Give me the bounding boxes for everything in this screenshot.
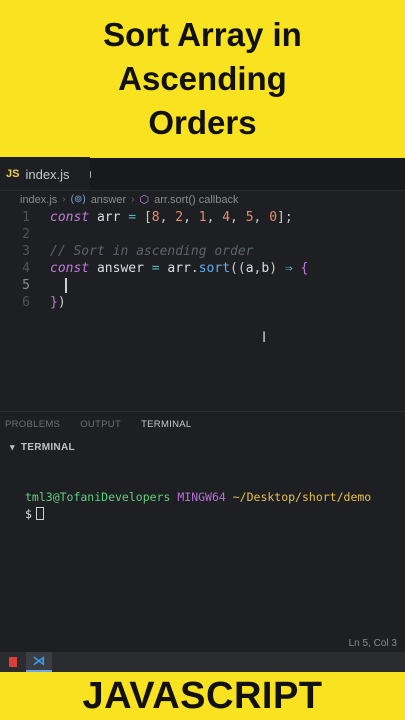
footer-label: JAVASCRIPT [82, 674, 323, 717]
code-line[interactable]: 4 const answer = arr.sort((a,b) ⇒ { [0, 260, 405, 277]
ibeam-cursor-icon: I [262, 330, 267, 346]
taskbar-app-red[interactable] [0, 652, 26, 672]
taskbar: ⋊ [0, 652, 405, 672]
line-number: 4 [22, 261, 30, 276]
terminal-host: MINGW64 [177, 489, 226, 504]
bottom-panel: PROBLEMS OUTPUT TERMINAL ▾ TERMINAL tml3… [0, 411, 405, 652]
terminal-path: ~/Desktop/short/demo [232, 489, 372, 504]
code-text: const arr = [8, 2, 1, 4, 5, 0]; [50, 210, 293, 225]
variable-symbol-icon: (⊚) [70, 194, 86, 205]
tab-output[interactable]: OUTPUT [80, 419, 121, 430]
chevron-right-icon: › [131, 194, 135, 205]
line-number: 2 [22, 227, 30, 242]
tab-filename: index.js [25, 166, 70, 182]
terminal-section-header[interactable]: ▾ TERMINAL [0, 436, 405, 458]
method-symbol-icon: ⬡ [139, 194, 150, 206]
code-line[interactable]: 3 // Sort in ascending order [0, 243, 405, 260]
breadcrumb-file[interactable]: index.js [20, 194, 57, 206]
code-line[interactable]: 2 [0, 226, 405, 243]
cursor-position[interactable]: Ln 5, Col 3 [349, 638, 397, 649]
terminal-input-line[interactable]: $ [25, 505, 405, 522]
app-icon [9, 657, 17, 667]
line-number: 1 [22, 210, 30, 225]
terminal-prompt-line: tml3@TofaniDevelopers MINGW64 ~/Desktop/… [25, 488, 405, 505]
tab-terminal[interactable]: TERMINAL [141, 419, 191, 430]
breadcrumb: index.js › (⊚) answer › ⬡ arr.sort() cal… [0, 191, 405, 208]
code-line-active[interactable]: 5 [0, 277, 405, 294]
terminal-output[interactable]: tml3@TofaniDevelopers MINGW64 ~/Desktop/… [0, 458, 405, 522]
title-line-3: Orders [148, 104, 257, 141]
chevron-right-icon: › [62, 194, 66, 205]
title-banner: Sort Array in Ascending Orders [0, 0, 405, 158]
code-line[interactable]: 1 const arr = [8, 2, 1, 4, 5, 0]; [0, 209, 405, 226]
code-area[interactable]: 1 const arr = [8, 2, 1, 4, 5, 0]; 2 3 //… [0, 208, 405, 346]
code-text: const answer = arr.sort((a,b) ⇒ { [50, 261, 309, 276]
tab-problems[interactable]: PROBLEMS [5, 419, 60, 430]
terminal-prompt-symbol: $ [25, 506, 32, 521]
panel-tab-bar: PROBLEMS OUTPUT TERMINAL [0, 412, 405, 436]
terminal-user: tml3@TofaniDevelopers [25, 489, 171, 504]
line-number: 5 [22, 278, 30, 293]
status-bar: Ln 5, Col 3 [0, 634, 405, 652]
terminal-header-label: TERMINAL [20, 441, 75, 453]
code-comment: // Sort in ascending order [50, 244, 254, 259]
code-editor: JS index.js index.js › (⊚) answer › ⬡ ar… [0, 157, 405, 652]
breadcrumb-symbol-callback[interactable]: arr.sort() callback [154, 194, 238, 206]
code-text: }) [50, 295, 66, 310]
js-file-icon: JS [6, 168, 20, 180]
code-line[interactable]: 6 }) [0, 294, 405, 311]
vscode-icon: ⋊ [32, 653, 46, 669]
title-line-2: Ascending [118, 60, 287, 97]
chevron-down-icon: ▾ [10, 441, 15, 452]
text-cursor [65, 278, 67, 293]
line-number: 3 [22, 244, 30, 259]
terminal-cursor [35, 507, 44, 520]
editor-tab-bar: JS index.js [0, 157, 405, 191]
breadcrumb-symbol-answer[interactable]: answer [91, 194, 126, 206]
title-line-1: Sort Array in [103, 16, 302, 53]
footer-banner: JAVASCRIPT [0, 672, 405, 720]
line-number: 6 [22, 295, 30, 310]
taskbar-app-vscode[interactable]: ⋊ [26, 652, 52, 672]
tab-index-js[interactable]: JS index.js [0, 157, 90, 190]
